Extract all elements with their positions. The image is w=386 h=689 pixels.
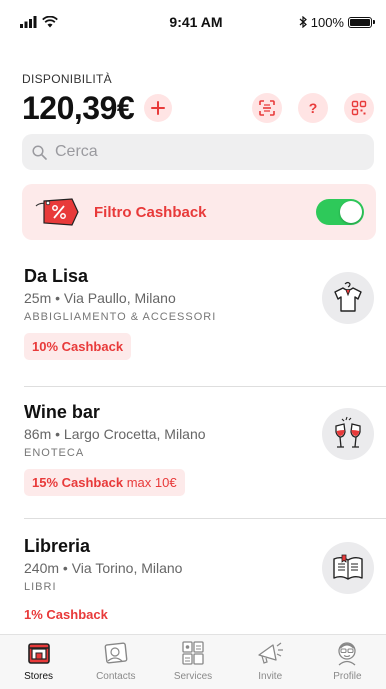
cashback-badge: 1% Cashback xyxy=(24,601,116,628)
profile-icon xyxy=(332,640,362,666)
tab-label: Services xyxy=(173,671,213,682)
cashback-max: max 10€ xyxy=(126,475,177,490)
wallet-header: DISPONIBILITÀ 120,39€ ? xyxy=(22,72,376,126)
store-icon-circle xyxy=(322,542,374,594)
contacts-icon xyxy=(101,640,131,666)
book-icon xyxy=(333,554,363,580)
store-icon xyxy=(24,640,54,666)
tab-invite[interactable]: Invite xyxy=(232,635,309,689)
cashback-filter-toggle[interactable] xyxy=(316,199,364,225)
store-item[interactable]: Da Lisa 25m • Via Paullo, Milano ABBIGLI… xyxy=(24,266,386,360)
tab-label: Stores xyxy=(24,671,54,682)
battery-percent: 100% xyxy=(310,14,344,30)
scan-icon xyxy=(259,100,275,116)
tab-label: Profile xyxy=(333,671,362,682)
tab-bar: Stores Contacts Services Invite Profile xyxy=(0,634,386,689)
help-button[interactable]: ? xyxy=(298,93,328,123)
balance-row: 120,39€ ? xyxy=(22,90,376,126)
services-icon xyxy=(178,640,208,666)
help-icon: ? xyxy=(308,100,318,116)
wine-glasses-icon xyxy=(335,416,361,448)
add-funds-button[interactable] xyxy=(144,94,173,122)
tab-label: Contacts xyxy=(96,671,136,682)
store-item[interactable]: Wine bar 86m • Largo Crocetta, Milano EN… xyxy=(24,402,386,496)
tab-label: Invite xyxy=(258,671,283,682)
cashback-badge: 10% Cashback xyxy=(24,333,132,360)
divider xyxy=(24,386,386,387)
bluetooth-icon xyxy=(299,16,307,28)
signal-icon xyxy=(20,16,37,28)
divider xyxy=(24,518,386,519)
battery-icon xyxy=(347,16,375,28)
availability-label: DISPONIBILITÀ xyxy=(22,72,112,86)
store-icon-circle xyxy=(322,408,374,460)
cashback-value: 15% Cashback xyxy=(32,475,124,490)
toggle-knob xyxy=(340,201,362,223)
balance-amount: 120,39€ xyxy=(22,89,135,126)
qr-button[interactable] xyxy=(344,93,374,123)
tab-services[interactable]: Services xyxy=(154,635,231,689)
tshirt-icon xyxy=(334,281,362,312)
status-time: 9:41 AM xyxy=(169,14,223,30)
search-input[interactable] xyxy=(55,143,335,161)
tab-stores[interactable]: Stores xyxy=(0,635,77,689)
qr-code-icon xyxy=(351,100,367,116)
tab-profile[interactable]: Profile xyxy=(309,635,386,689)
status-right: 100% xyxy=(282,14,375,30)
megaphone-icon xyxy=(255,640,285,666)
header-actions: ? xyxy=(252,93,374,123)
status-bar: 9:41 AM 100% xyxy=(0,0,386,44)
cashback-value: 10% Cashback xyxy=(32,339,124,354)
store-item[interactable]: Libreria 240m • Via Torino, Milano LIBRI… xyxy=(24,536,386,628)
store-icon-circle xyxy=(322,272,374,324)
wifi-icon xyxy=(42,16,58,28)
discount-tag-icon xyxy=(35,198,79,226)
plus-icon xyxy=(151,101,166,115)
search-bar[interactable] xyxy=(22,134,374,170)
cashback-badge: 15% Cashback max 10€ xyxy=(24,469,185,496)
cashback-value: 1% Cashback xyxy=(24,607,108,622)
status-left xyxy=(20,16,110,28)
scan-button[interactable] xyxy=(252,93,282,123)
cashback-filter-card: Filtro Cashback xyxy=(22,184,376,240)
cashback-filter-label: Filtro Cashback xyxy=(94,203,207,221)
search-icon xyxy=(32,144,47,160)
tab-contacts[interactable]: Contacts xyxy=(77,635,154,689)
